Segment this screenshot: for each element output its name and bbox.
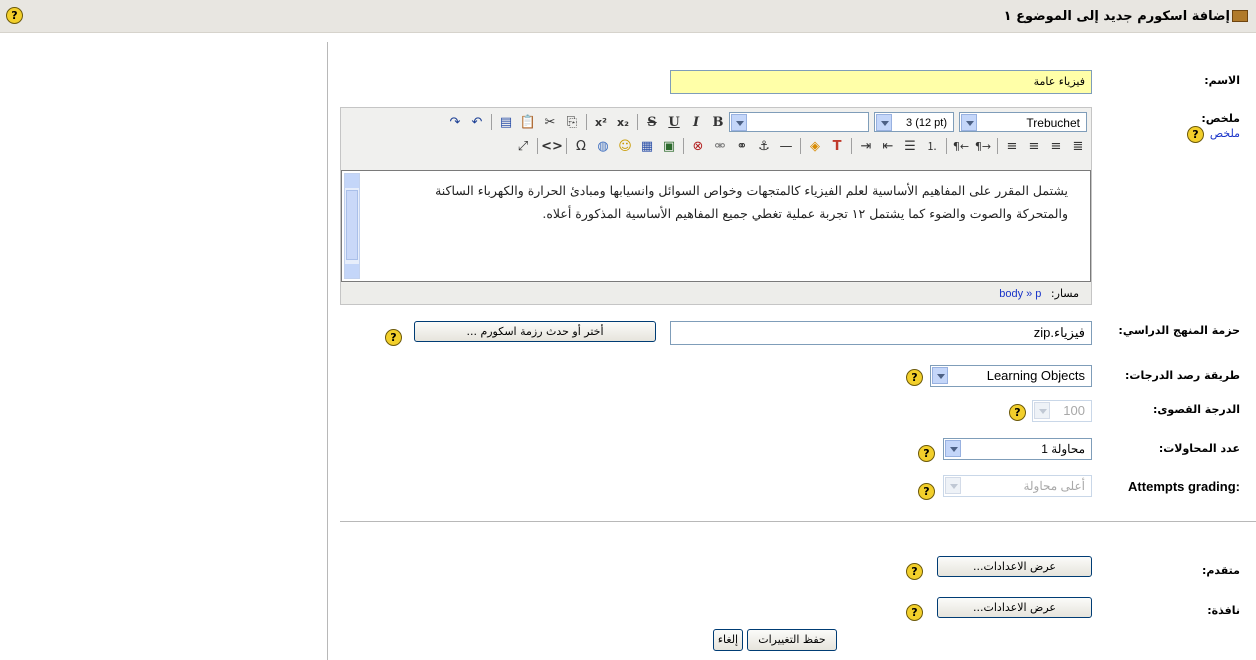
advanced-label: متقدم: — [1201, 564, 1240, 577]
unlink-icon[interactable]: ⚮ — [710, 136, 730, 156]
font-size-select[interactable]: 3 (12 pt) — [874, 112, 954, 132]
link-icon[interactable]: ⚭ — [732, 136, 752, 156]
align-left-icon[interactable]: ≡ — [1002, 136, 1022, 156]
anchor-icon[interactable]: ⚓ — [754, 136, 774, 156]
cut-icon[interactable]: ✂ — [540, 112, 560, 132]
superscript-icon[interactable]: x² — [591, 112, 611, 132]
align-center-icon[interactable]: ≡ — [1024, 136, 1044, 156]
package-input[interactable]: فيزياء.zip — [670, 321, 1092, 345]
advanced-settings-button[interactable]: عرض الاعدادات... — [937, 556, 1092, 577]
path-breadcrumb[interactable]: body » p — [999, 288, 1041, 300]
name-label: الاسم: — [1204, 74, 1240, 87]
attempts-grading-help-icon[interactable]: ? — [918, 483, 935, 500]
grading-method-label: طريقة رصد الدرجات: — [1125, 369, 1240, 382]
window-label: نافذة: — [1207, 604, 1240, 617]
text-color-icon[interactable]: T — [827, 136, 847, 156]
insert-file-icon[interactable]: ◍ — [593, 136, 613, 156]
rtl-icon[interactable]: ¶← — [951, 136, 971, 156]
editor-toolbar-row1: Trebuchet 3 (12 pt) B I U S x₂ x² ⎘ ✂ 📋 … — [444, 111, 1089, 133]
window-help-icon[interactable]: ? — [906, 604, 923, 621]
path-label: مسار: — [1050, 287, 1079, 300]
underline-icon[interactable]: U — [664, 112, 684, 132]
summary-content[interactable]: يشتمل المقرر على المفاهيم الأساسية لعلم … — [382, 179, 1068, 225]
summary-help-icon[interactable]: ? — [1187, 126, 1204, 143]
grading-method-select[interactable]: Learning Objects — [930, 365, 1092, 387]
undo-icon[interactable]: ↶ — [467, 112, 487, 132]
advanced-help-icon[interactable]: ? — [906, 563, 923, 580]
max-grade-label: الدرجة القصوى: — [1152, 403, 1240, 416]
ordered-list-icon[interactable]: ⒈ — [922, 136, 942, 156]
attempts-help-icon[interactable]: ? — [918, 445, 935, 462]
choose-package-button[interactable]: أختر أو حدث رزمة اسكورم ... — [414, 321, 656, 342]
subscript-icon[interactable]: x₂ — [613, 112, 633, 132]
ltr-icon[interactable]: ¶→ — [973, 136, 993, 156]
summary-textarea[interactable]: يشتمل المقرر على المفاهيم الأساسية لعلم … — [341, 170, 1091, 282]
paste-icon[interactable]: 📋 — [518, 112, 538, 132]
horizontal-rule-icon[interactable]: — — [776, 136, 796, 156]
attempts-grading-label: Attempts grading: — [1128, 479, 1240, 494]
page-header: ? إضافة اسكورم جديد إلى الموضوع ١ — [0, 0, 1256, 33]
window-settings-button[interactable]: عرض الاعدادات... — [937, 597, 1092, 618]
save-changes-button[interactable]: حفظ التغييرات — [747, 629, 837, 651]
cancel-button[interactable]: إلغاء — [713, 629, 743, 651]
indent-icon[interactable]: ⇥ — [856, 136, 876, 156]
name-input[interactable]: فيزياء عامة — [670, 70, 1092, 94]
table-icon[interactable]: ▦ — [637, 136, 657, 156]
attempts-select[interactable]: 1 محاولة — [943, 438, 1092, 460]
outdent-icon[interactable]: ⇤ — [878, 136, 898, 156]
strikethrough-icon[interactable]: S — [642, 112, 662, 132]
html-source-icon[interactable]: <> — [541, 136, 563, 156]
delete-icon[interactable]: ⊗ — [688, 136, 708, 156]
italic-icon[interactable]: I — [686, 112, 706, 132]
unordered-list-icon[interactable]: ☰ — [900, 136, 920, 156]
insert-char-icon[interactable]: Ω — [571, 136, 591, 156]
summary-label: ملخص: — [1201, 112, 1240, 125]
attempts-grading-select: أعلى محاولة — [943, 475, 1092, 497]
scorm-package-icon — [1232, 10, 1248, 22]
bold-icon[interactable]: B — [708, 112, 728, 132]
background-color-icon[interactable]: ◈ — [805, 136, 825, 156]
editor-toolbar-row2: ≣ ≡ ≡ ≡ ¶→ ¶← ⒈ ☰ ⇤ ⇥ T ◈ — ⚓ ⚭ ⚮ ⊗ ▣ ▦ … — [512, 135, 1089, 157]
max-grade-help-icon[interactable]: ? — [1009, 404, 1026, 421]
smiley-icon[interactable]: ☺ — [615, 136, 635, 156]
justify-full-icon[interactable]: ≣ — [1068, 136, 1088, 156]
paste-word-icon[interactable]: ▤ — [496, 112, 516, 132]
max-grade-select: 100 — [1032, 400, 1092, 422]
attempts-label: عدد المحاولات: — [1158, 442, 1240, 455]
editor-path-bar: مسار: body » p — [341, 283, 1091, 304]
image-icon[interactable]: ▣ — [659, 136, 679, 156]
format-select[interactable] — [729, 112, 869, 132]
redo-icon[interactable]: ↷ — [445, 112, 465, 132]
summary-help-link[interactable]: ملخص — [1210, 127, 1240, 140]
package-label: حزمة المنهج الدراسي: — [1118, 324, 1240, 337]
align-right-icon[interactable]: ≡ — [1046, 136, 1066, 156]
section-divider — [340, 521, 1256, 522]
package-help-icon[interactable]: ? — [385, 329, 402, 346]
help-icon[interactable]: ? — [6, 7, 23, 24]
font-family-select[interactable]: Trebuchet — [959, 112, 1087, 132]
content-divider — [327, 42, 328, 660]
copy-icon[interactable]: ⎘ — [562, 112, 582, 132]
grading-method-help-icon[interactable]: ? — [906, 369, 923, 386]
page-title: إضافة اسكورم جديد إلى الموضوع ١ — [1003, 9, 1230, 24]
fullscreen-icon[interactable]: ⤢ — [513, 136, 533, 156]
summary-scrollbar[interactable] — [344, 173, 360, 279]
